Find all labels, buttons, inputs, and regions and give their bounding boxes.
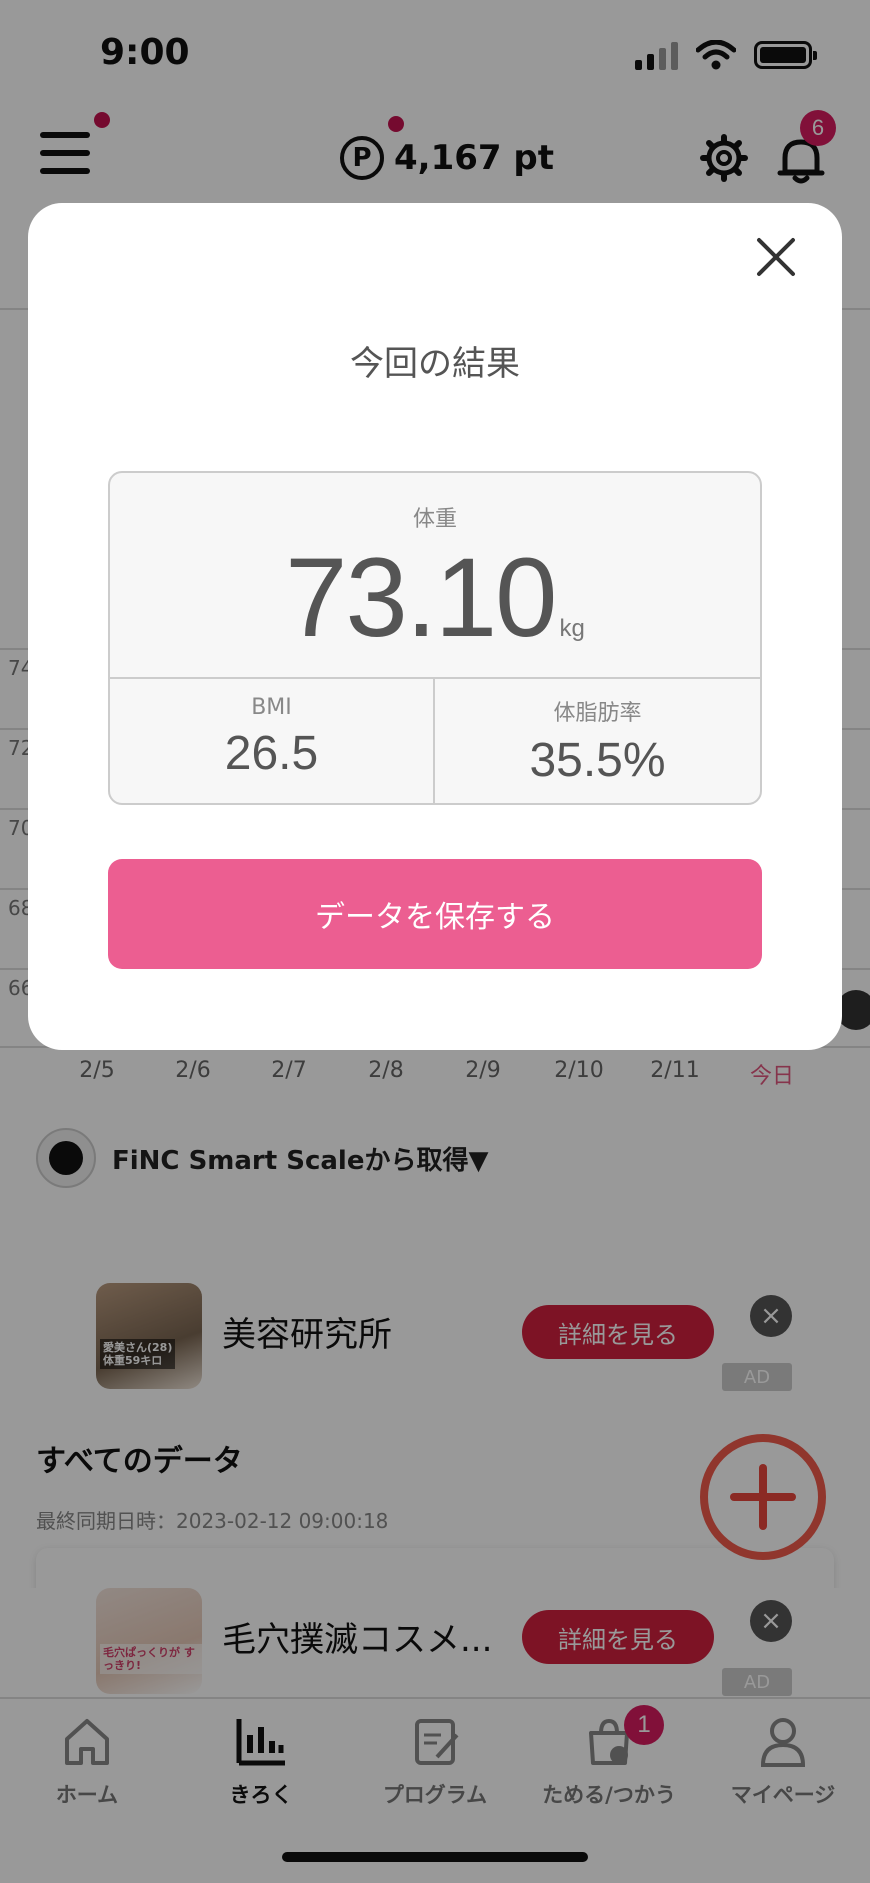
weight-unit: kg: [559, 615, 585, 642]
bodyfat-label: 体脂肪率: [553, 701, 642, 726]
weight-readout: 73.10 kg: [110, 533, 760, 662]
bmi-section: BMI 26.5: [110, 679, 435, 803]
bmi-value: 26.5: [224, 727, 319, 780]
result-panel: 体重 73.10 kg BMI 26.5 体脂肪率 35.5%: [108, 471, 762, 805]
weight-value: 73.10: [285, 535, 557, 660]
modal-title: 今回の結果: [350, 344, 520, 384]
result-modal: 今回の結果 体重 73.10 kg BMI 26.5 体脂肪率 35.5% データ…: [28, 203, 842, 1050]
bodyfat-value: 35.5%: [529, 734, 666, 787]
bodyfat-section: 体脂肪率 35.5%: [435, 679, 760, 803]
bmi-label: BMI: [251, 695, 292, 720]
weight-label: 体重: [412, 507, 457, 532]
weight-section: 体重 73.10 kg: [110, 473, 760, 679]
close-icon[interactable]: [752, 233, 800, 281]
save-data-button[interactable]: データを保存する: [108, 859, 762, 969]
